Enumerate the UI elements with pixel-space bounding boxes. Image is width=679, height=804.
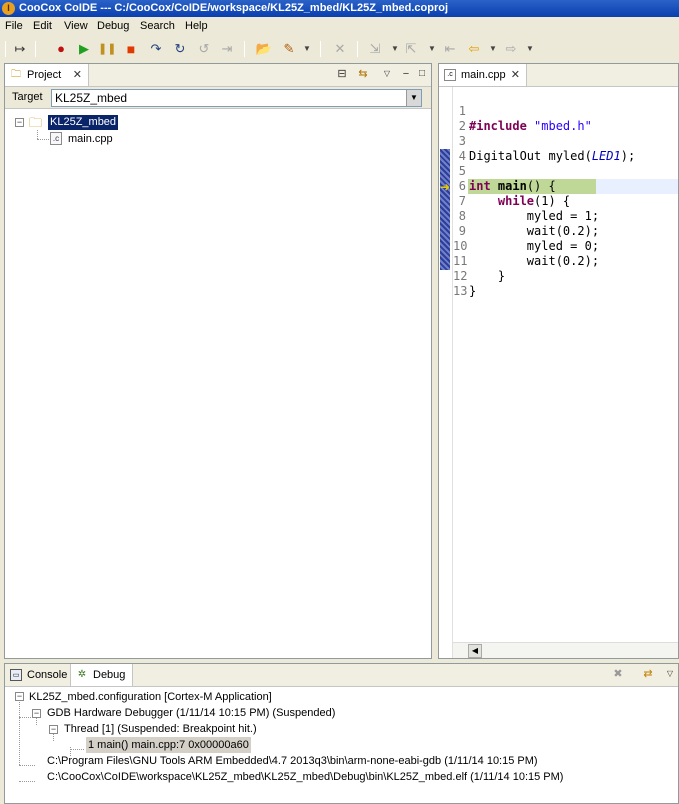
prev-annotation-icon[interactable]: ⇱ bbox=[402, 40, 420, 58]
code-line: 13 bbox=[453, 284, 468, 298]
tab-console-label: Console bbox=[27, 669, 68, 681]
menu-debug[interactable]: Debug bbox=[96, 17, 130, 35]
code-line-current: 7 myled = 1; bbox=[458, 194, 600, 223]
debug-view-menu-icon[interactable]: ⇄ bbox=[641, 667, 655, 681]
cpp-file-icon: .c bbox=[444, 69, 456, 81]
code-line: 11 } bbox=[453, 254, 506, 283]
next-annotation-icon[interactable]: ⇲ bbox=[366, 40, 384, 58]
tab-main-cpp-label: main.cpp bbox=[461, 69, 506, 81]
tab-console[interactable]: ▭ Console bbox=[5, 664, 71, 686]
view-menu-icon[interactable]: ▽ bbox=[663, 667, 677, 681]
code-line: 4 bbox=[458, 149, 466, 163]
toolbar: ↦ ● ▶ ❚❚ ■ ↷ ↻ ↺ ⇥ 📂 ✎ ▼ ✕ ⇲ ▼ ⇱ ▼ ⇤ ⇦ ▼… bbox=[0, 36, 679, 62]
project-tabstrip: 🗀 Project ✕ ⊟ ⇆ ▽ − □ bbox=[5, 64, 431, 87]
debug-tabstrip: ▭ Console ✲ Debug ✖ ⇄ ▽ bbox=[5, 664, 678, 687]
stop-debug-icon[interactable]: ● bbox=[52, 40, 70, 58]
step-into-toolbar-icon[interactable]: ↦ bbox=[11, 40, 29, 58]
cpp-file-icon: .c bbox=[50, 132, 62, 145]
run-icon[interactable]: ▶ bbox=[75, 40, 93, 58]
debug-stack-frame[interactable]: 1 main() main.cpp:7 0x00000a60 bbox=[86, 737, 251, 753]
back-dropdown-icon[interactable]: ▼ bbox=[489, 40, 497, 58]
link-editor-icon[interactable]: ⇆ bbox=[356, 67, 370, 81]
menu-view[interactable]: View bbox=[63, 17, 89, 35]
next-annotation-dropdown-icon[interactable]: ▼ bbox=[391, 40, 399, 58]
tree-file-main-cpp[interactable]: main.cpp bbox=[68, 132, 113, 147]
terminate-icon[interactable]: ■ bbox=[122, 40, 140, 58]
view-menu-icon[interactable]: ▽ bbox=[380, 67, 394, 81]
console-icon: ▭ bbox=[10, 669, 22, 681]
prev-annotation-dropdown-icon[interactable]: ▼ bbox=[428, 40, 436, 58]
window-title-bar: I CooCox CoIDE --- C:/CooCox/CoIDE/works… bbox=[0, 0, 679, 17]
target-select-value: KL25Z_mbed bbox=[55, 91, 128, 105]
project-panel: 🗀 Project ✕ ⊟ ⇆ ▽ − □ Target KL25Z_mbed … bbox=[4, 63, 432, 659]
code-line: 10 wait(0.2); bbox=[453, 239, 600, 268]
code-line: 5 int main() { bbox=[458, 164, 556, 193]
menu-search[interactable]: Search bbox=[139, 17, 176, 35]
run-to-line-icon[interactable]: ⇥ bbox=[218, 40, 236, 58]
back-icon[interactable]: ⇦ bbox=[465, 40, 483, 58]
project-folder-icon: 🗀 bbox=[29, 115, 43, 130]
debug-launch-config[interactable]: KL25Z_mbed.configuration [Cortex-M Appli… bbox=[29, 689, 272, 705]
step-over-icon[interactable]: ↻ bbox=[171, 40, 189, 58]
collapse-toggle-icon[interactable]: − bbox=[49, 725, 58, 734]
menu-edit[interactable]: Edit bbox=[32, 17, 53, 35]
scroll-left-icon[interactable]: ◀ bbox=[468, 644, 482, 658]
tab-project[interactable]: 🗀 Project ✕ bbox=[5, 64, 89, 86]
coide-logo-icon: I bbox=[2, 2, 15, 15]
debug-tree: − KL25Z_mbed.configuration [Cortex-M App… bbox=[5, 687, 678, 803]
last-edit-icon[interactable]: ⇤ bbox=[441, 40, 459, 58]
tree-root-project[interactable]: KL25Z_mbed bbox=[46, 114, 120, 131]
tab-main-cpp[interactable]: .c main.cpp ✕ bbox=[439, 64, 527, 86]
close-icon[interactable]: ✕ bbox=[511, 64, 520, 86]
collapse-toggle-icon[interactable]: − bbox=[32, 709, 41, 718]
code-line: 9 myled = 0; bbox=[458, 224, 600, 253]
target-select[interactable]: KL25Z_mbed ▼ bbox=[51, 89, 422, 107]
tab-debug-label: Debug bbox=[93, 669, 126, 681]
collapse-toggle-icon[interactable]: − bbox=[15, 118, 24, 127]
window-title: CooCox CoIDE --- C:/CooCox/CoIDE/workspa… bbox=[19, 2, 449, 14]
menu-file[interactable]: File bbox=[4, 17, 24, 35]
tab-debug[interactable]: ✲ Debug bbox=[71, 664, 133, 686]
collapse-toggle-icon[interactable]: − bbox=[15, 692, 24, 701]
target-row: Target KL25Z_mbed ▼ bbox=[5, 87, 431, 109]
debug-elf-process[interactable]: C:\CooCox\CoIDE\workspace\KL25Z_mbed\KL2… bbox=[47, 769, 563, 785]
code-line: 3 DigitalOut myled(LED1); bbox=[458, 134, 636, 163]
menu-help[interactable]: Help bbox=[184, 17, 209, 35]
debug-thread[interactable]: Thread [1] (Suspended: Breakpoint hit.) bbox=[64, 721, 257, 737]
forward-dropdown-icon[interactable]: ▼ bbox=[526, 40, 534, 58]
code-line: 12 } bbox=[453, 269, 477, 298]
step-into-icon[interactable]: ↷ bbox=[147, 40, 165, 58]
build-icon[interactable]: ✎ bbox=[280, 40, 298, 58]
suspend-icon[interactable]: ❚❚ bbox=[98, 40, 116, 58]
editor-panel: .c main.cpp ✕ ➜ 1 #include "mbed.h" 2 3 … bbox=[438, 63, 679, 659]
code-line: 6 while(1) { bbox=[458, 179, 571, 208]
minimize-icon[interactable]: − bbox=[399, 67, 413, 81]
close-icon[interactable]: ✕ bbox=[73, 64, 82, 86]
debug-gdb-process[interactable]: C:\Program Files\GNU Tools ARM Embedded\… bbox=[47, 753, 538, 769]
maximize-icon[interactable]: □ bbox=[415, 67, 429, 81]
toggle-breakpoint-icon[interactable]: ✕ bbox=[331, 40, 349, 58]
build-dropdown-icon[interactable]: ▼ bbox=[303, 40, 311, 58]
horizontal-scrollbar[interactable]: ◀ bbox=[453, 642, 678, 658]
open-folder-icon[interactable]: 📂 bbox=[255, 40, 273, 58]
forward-icon[interactable]: ⇨ bbox=[502, 40, 520, 58]
target-label: Target bbox=[12, 91, 43, 103]
tab-project-label: Project bbox=[27, 69, 62, 81]
code-line: 8 wait(0.2); bbox=[458, 209, 600, 238]
chevron-down-icon[interactable]: ▼ bbox=[406, 90, 421, 106]
project-folder-icon: 🗀 bbox=[11, 69, 21, 80]
step-return-icon[interactable]: ↺ bbox=[195, 40, 213, 58]
editor-tabstrip: .c main.cpp ✕ bbox=[439, 64, 678, 87]
menu-bar: File Edit View Debug Search Help bbox=[0, 17, 679, 35]
code-editor[interactable]: ➜ 1 #include "mbed.h" 2 3 DigitalOut myl… bbox=[439, 87, 678, 658]
code-line: 1 #include "mbed.h" bbox=[458, 104, 592, 133]
debug-panel: ▭ Console ✲ Debug ✖ ⇄ ▽ − KL25Z_mbed.con… bbox=[4, 663, 679, 804]
remove-launches-icon[interactable]: ✖ bbox=[611, 667, 625, 681]
debug-bug-icon: ✲ bbox=[77, 669, 87, 680]
code-line: 2 bbox=[458, 119, 466, 133]
collapse-all-icon[interactable]: ⊟ bbox=[335, 67, 349, 81]
debug-gdb-hardware-debugger[interactable]: GDB Hardware Debugger (1/11/14 10:15 PM)… bbox=[47, 705, 335, 721]
